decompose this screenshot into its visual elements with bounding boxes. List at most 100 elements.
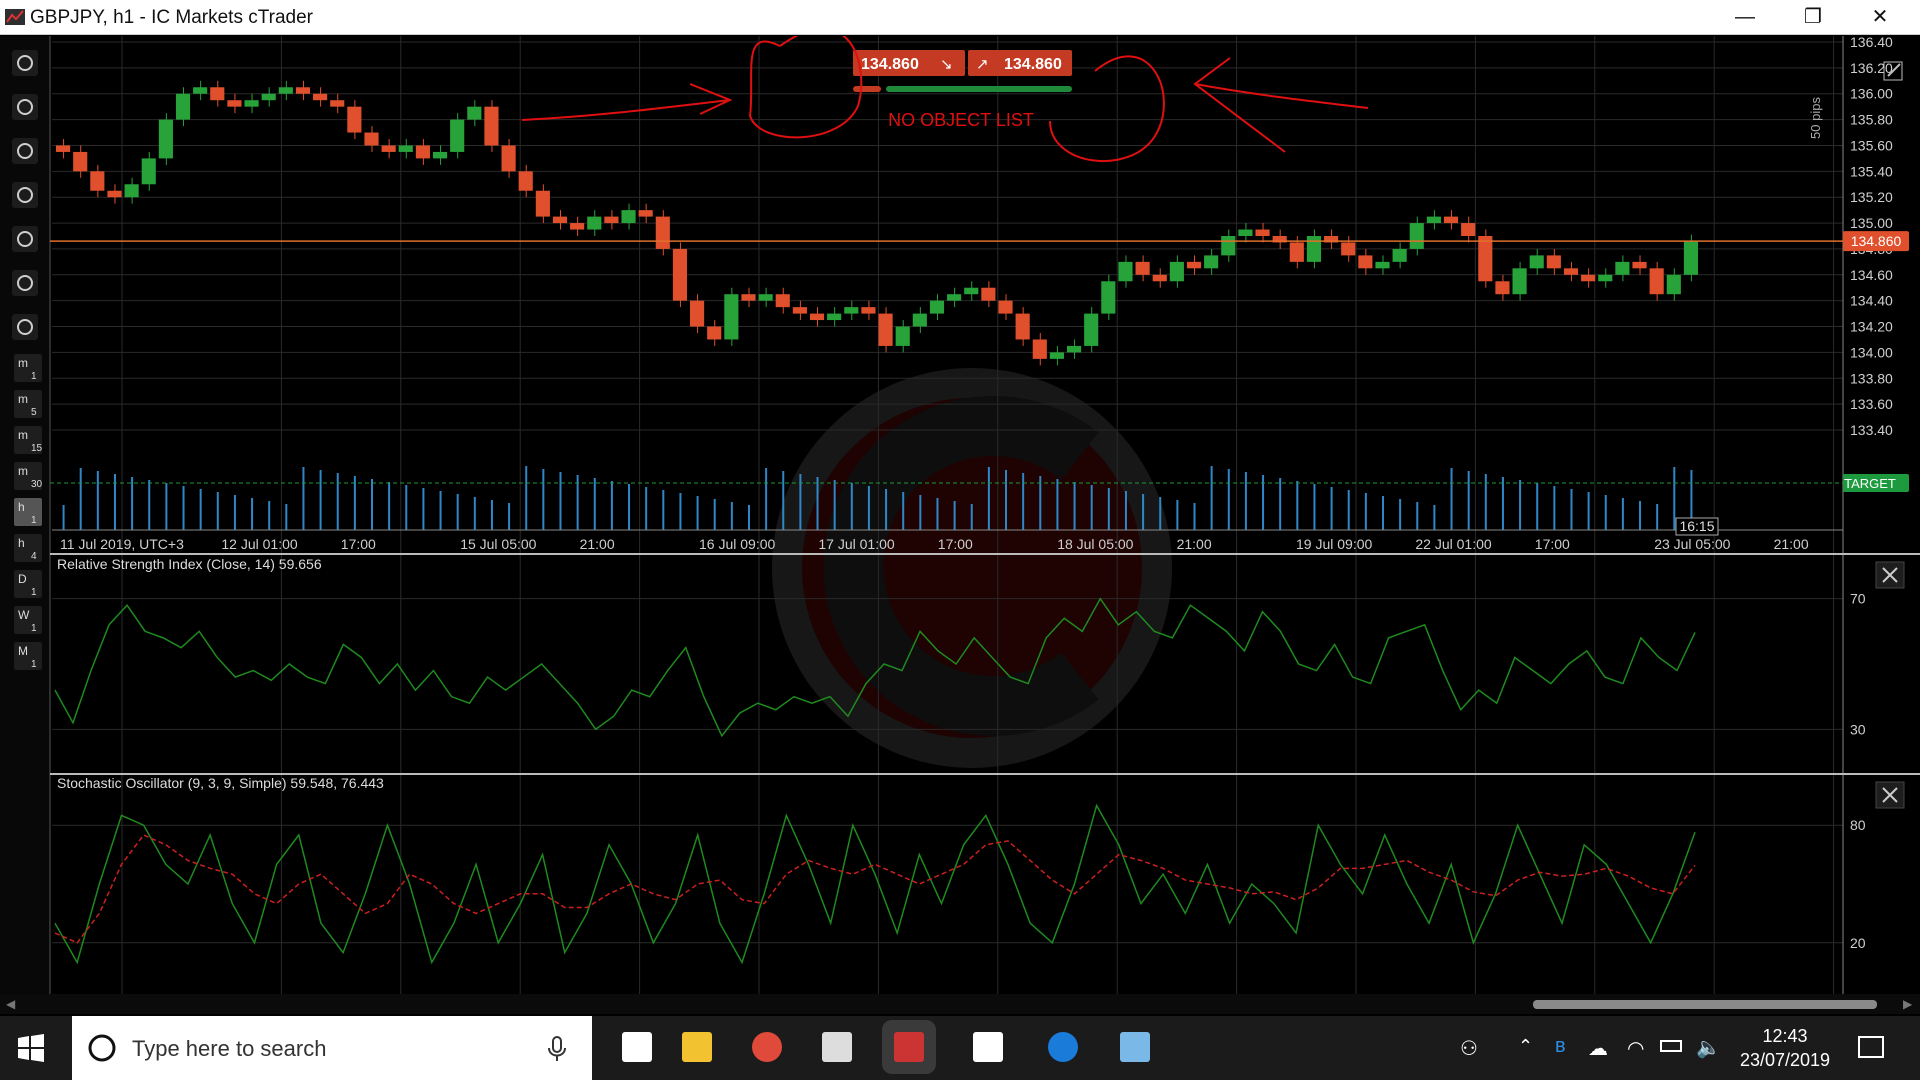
candle-body xyxy=(141,158,156,185)
volume-bar xyxy=(747,505,750,530)
battery-icon[interactable] xyxy=(1660,1040,1682,1052)
buy-button[interactable]: ↗ 134.860 xyxy=(968,50,1072,76)
edge-icon[interactable] xyxy=(1048,1032,1078,1062)
zoom-out-icon[interactable] xyxy=(12,94,38,120)
stochastic-level-label: 80 xyxy=(1850,817,1866,833)
candle-body xyxy=(124,184,139,198)
ctrader-icon[interactable] xyxy=(894,1032,924,1062)
candle-body xyxy=(1084,313,1099,346)
robot-icon[interactable] xyxy=(12,226,38,252)
timeframe-m30[interactable]: m30 xyxy=(14,462,43,490)
volume-bar xyxy=(473,497,476,530)
candle-body xyxy=(741,294,756,301)
chart-workspace[interactable]: m 1 m 5 m 15 m 30 h 1 h 4 D 1 W 1 M 1 136.40 136.20 136.00 1… xyxy=(0,27,1920,994)
timeframe-m1[interactable]: m1 xyxy=(14,354,42,382)
candle-body xyxy=(1221,236,1236,256)
trader-icon[interactable] xyxy=(12,270,38,296)
scroll-right-icon[interactable]: ▶ xyxy=(1903,997,1912,1011)
scroll-left-icon[interactable]: ◀ xyxy=(6,997,15,1011)
volume-bar xyxy=(1090,485,1093,530)
volume-bar xyxy=(1159,497,1162,530)
candle-body xyxy=(1186,261,1202,269)
candle-body xyxy=(501,145,516,172)
svg-text:1: 1 xyxy=(31,515,37,526)
candle-body xyxy=(621,210,636,224)
volume-bar xyxy=(353,476,356,530)
chart-settings-icon[interactable] xyxy=(12,314,38,340)
notifications-icon[interactable] xyxy=(1858,1036,1884,1058)
timeframe-m5[interactable]: m5 xyxy=(14,390,42,418)
y-tick-label: 133.60 xyxy=(1850,396,1893,412)
chrome-icon[interactable] xyxy=(752,1032,782,1062)
svg-text:5: 5 xyxy=(31,407,37,418)
volume-bar xyxy=(508,503,511,530)
svg-text:TARGET: TARGET xyxy=(1844,476,1896,491)
svg-text:W: W xyxy=(18,608,30,622)
horizontal-scrollbar[interactable]: ◀ ▶ xyxy=(0,994,1920,1014)
volume-icon[interactable]: 🔈 xyxy=(1696,1035,1721,1060)
candle-body xyxy=(364,132,379,146)
volume-bar xyxy=(439,491,442,530)
volume-bar xyxy=(525,466,528,530)
candle-body xyxy=(295,87,311,94)
svg-text:30: 30 xyxy=(31,479,43,490)
volume-bar xyxy=(1364,493,1367,530)
volume-bar xyxy=(730,502,733,530)
svg-text:m: m xyxy=(18,392,28,406)
volume-bar xyxy=(1056,479,1059,530)
sell-button[interactable]: 134.860 ↘ xyxy=(853,50,965,76)
scrollbar-thumb[interactable] xyxy=(1533,1000,1877,1009)
candle-body xyxy=(947,294,962,301)
volume-bar xyxy=(285,504,288,530)
windows-start-icon[interactable] xyxy=(16,1034,46,1062)
timeframe-D1[interactable]: D1 xyxy=(14,570,42,598)
volume-bar xyxy=(645,487,648,530)
task-view-icon[interactable] xyxy=(622,1032,652,1062)
time-marker: 16:15 xyxy=(1675,517,1719,536)
candle-body xyxy=(381,145,396,152)
close-button[interactable]: ✕ xyxy=(1850,0,1910,35)
volume-bar xyxy=(867,486,870,530)
y-tick-label: 134.20 xyxy=(1850,319,1893,335)
volume-bar xyxy=(559,472,562,530)
file-explorer-icon[interactable] xyxy=(682,1032,712,1062)
people-icon[interactable]: ⚇ xyxy=(1460,1036,1478,1061)
candle-body xyxy=(313,93,328,101)
taskbar-search[interactable]: Type here to search xyxy=(72,1016,592,1080)
wifi-icon[interactable]: ◠ xyxy=(1627,1036,1644,1061)
mail-icon[interactable] xyxy=(822,1032,852,1062)
timeframe-W1[interactable]: W1 xyxy=(14,606,42,634)
volume-bar xyxy=(1039,476,1042,530)
facebook-icon[interactable] xyxy=(12,182,38,208)
timeframe-M1[interactable]: M1 xyxy=(14,642,42,670)
candle-body xyxy=(1204,255,1219,269)
taskbar-clock[interactable]: 12:43 23/07/2019 xyxy=(1720,1024,1850,1072)
x-tick-label: 17 Jul 01:00 xyxy=(818,536,894,552)
onedrive-icon[interactable]: ☁ xyxy=(1588,1036,1608,1061)
candle-body xyxy=(964,287,979,295)
chart-type-icon[interactable] xyxy=(12,138,38,164)
volume-bar xyxy=(1124,491,1127,530)
notepad-icon[interactable] xyxy=(1120,1032,1150,1062)
minimize-button[interactable]: — xyxy=(1715,0,1775,35)
candle-body xyxy=(638,210,653,217)
volume-bar xyxy=(1330,487,1333,530)
outlook-icon[interactable] xyxy=(973,1032,1003,1062)
microphone-icon[interactable] xyxy=(547,1036,567,1062)
volume-bar xyxy=(816,477,819,530)
timeframe-h4[interactable]: h4 xyxy=(14,534,42,562)
bluetooth-icon[interactable]: ʙ xyxy=(1555,1035,1566,1058)
chart-canvas[interactable]: m1m5m15m30h1h4D1W1M1 136.40136.20136.001… xyxy=(0,27,1920,994)
clock-date: 23/07/2019 xyxy=(1739,1050,1831,1070)
volume-bar xyxy=(62,505,65,530)
volume-bar xyxy=(96,471,99,530)
candle-body xyxy=(73,151,88,172)
chevron-up-icon[interactable]: ⌃ xyxy=(1518,1036,1533,1057)
rsi-level-label: 30 xyxy=(1850,721,1866,737)
timeframe-m15[interactable]: m15 xyxy=(14,426,43,454)
timeframe-h1[interactable]: h1 xyxy=(14,498,42,526)
zoom-in-icon[interactable] xyxy=(12,50,38,76)
maximize-button[interactable]: ❐ xyxy=(1783,0,1843,35)
close-rsi-panel-icon[interactable] xyxy=(1875,561,1905,589)
close-stochastic-panel-icon[interactable] xyxy=(1875,781,1905,809)
